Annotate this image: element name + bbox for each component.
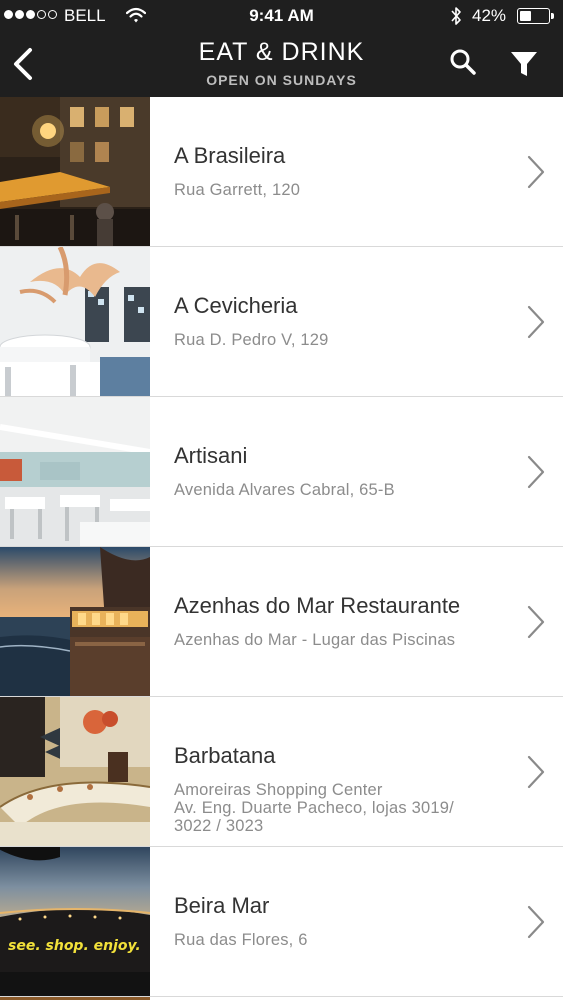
chevron-right-icon	[527, 755, 545, 789]
restaurant-photo	[0, 397, 150, 546]
restaurant-name: Azenhas do Mar Restaurante	[174, 593, 461, 618]
battery-icon	[517, 8, 550, 24]
list-item[interactable]: Barbatana Amoreiras Shopping Center Av. …	[0, 697, 563, 847]
search-icon[interactable]	[448, 47, 478, 77]
page-subtitle: OPEN ON SUNDAYS	[206, 72, 357, 88]
chevron-right-icon	[527, 455, 545, 489]
restaurant-photo: see. shop. enjoy.	[0, 847, 150, 996]
list-item[interactable]: Artisani Avenida Alvares Cabral, 65-B	[0, 397, 563, 547]
header: BELL 9:41 AM 42% EAT & DRINK OPEN ON SUN…	[0, 0, 563, 97]
restaurant-name: Barbatana	[174, 743, 276, 768]
restaurant-photo	[0, 97, 150, 246]
restaurant-name: A Cevicheria	[174, 293, 298, 318]
restaurant-photo	[0, 547, 150, 696]
navigation-bar: EAT & DRINK OPEN ON SUNDAYS	[0, 32, 563, 97]
battery-fill	[520, 11, 531, 21]
restaurant-list: A Brasileira Rua Garrett, 120 A Cevicher…	[0, 97, 563, 1000]
eat-and-drink-screen: BELL 9:41 AM 42% EAT & DRINK OPEN ON SUN…	[0, 0, 563, 1000]
chevron-right-icon	[527, 905, 545, 939]
restaurant-address: Amoreiras Shopping Center Av. Eng. Duart…	[174, 781, 454, 835]
list-item[interactable]: A Cevicheria Rua D. Pedro V, 129	[0, 247, 563, 397]
restaurant-photo	[0, 247, 150, 396]
list-item[interactable]: see. shop. enjoy. Beira Mar Rua das Flor…	[0, 847, 563, 997]
restaurant-name: Beira Mar	[174, 893, 270, 918]
restaurant-photo	[0, 697, 150, 846]
restaurant-name: Artisani	[174, 443, 248, 468]
restaurant-address: Avenida Alvares Cabral, 65-B	[174, 481, 395, 499]
battery-tip	[551, 13, 554, 19]
chevron-right-icon	[527, 605, 545, 639]
restaurant-address: Rua D. Pedro V, 129	[174, 331, 329, 349]
battery-percent: 42%	[472, 6, 507, 25]
restaurant-address: Rua Garrett, 120	[174, 181, 301, 199]
filter-icon[interactable]	[508, 48, 540, 80]
bluetooth-icon	[451, 7, 461, 25]
chevron-right-icon	[527, 155, 545, 189]
restaurant-address: Azenhas do Mar - Lugar das Piscinas	[174, 631, 456, 649]
restaurant-name: A Brasileira	[174, 143, 286, 168]
page-title: EAT & DRINK	[198, 38, 365, 66]
list-item[interactable]: Azenhas do Mar Restaurante Azenhas do Ma…	[0, 547, 563, 697]
chevron-right-icon	[527, 305, 545, 339]
status-bar: BELL 9:41 AM 42%	[0, 0, 563, 32]
list-item[interactable]: A Brasileira Rua Garrett, 120	[0, 97, 563, 247]
photo-caption: see. shop. enjoy.	[8, 938, 141, 954]
restaurant-address: Rua das Flores, 6	[174, 931, 308, 949]
